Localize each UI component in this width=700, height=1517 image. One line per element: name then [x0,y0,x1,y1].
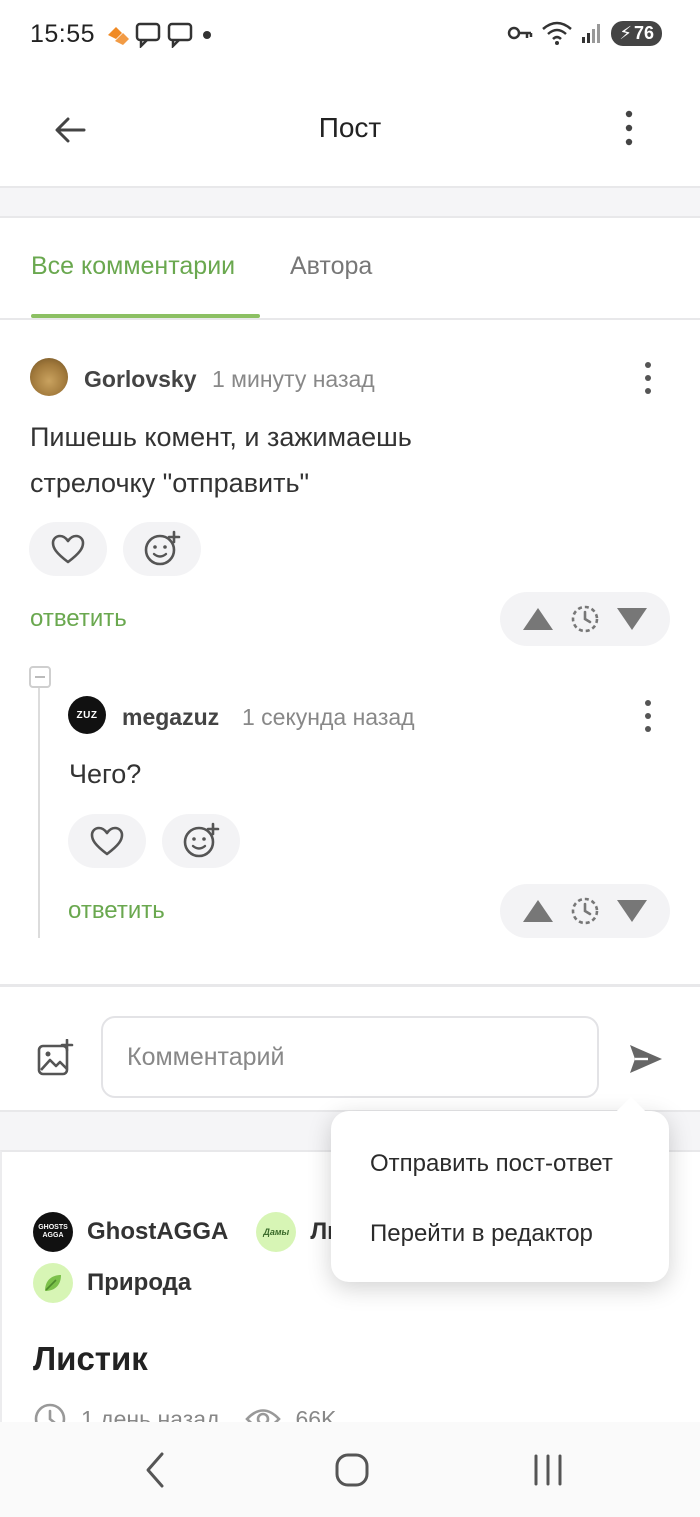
community-row: Природа [33,1263,191,1303]
comment-text-line: стрелочку "отправить" [30,468,310,498]
vote-controls [500,884,670,938]
comment-time: 1 минуту назад [212,366,375,392]
comment-text: Чего? [69,751,141,797]
system-nav-bar [0,1422,700,1517]
send-options-menu: Отправить пост-ответ Перейти в редактор [331,1111,669,1282]
comment-input[interactable] [103,1018,597,1096]
comment-text-line: Чего? [69,759,142,789]
wifi-icon [542,21,573,45]
add-emoji-icon [144,530,181,566]
app-bar: Пост [0,70,700,188]
comment-more-icon[interactable] [638,360,658,396]
heart-icon [90,826,124,856]
community-name[interactable]: Природа [87,1269,191,1297]
community-logo-text: Дамы [263,1227,290,1237]
post-title[interactable]: Листик [33,1340,148,1378]
comment-text: Пишешь комент, и зажимаешь стрелочку "от… [30,414,412,506]
like-button[interactable] [29,522,107,576]
menu-item-open-editor[interactable]: Перейти в редактор [370,1220,593,1248]
add-image-icon[interactable] [36,1039,74,1077]
battery-indicator: ⚡ 76 [611,20,662,46]
community-logo-text: GHOSTS AGGA [38,1224,68,1239]
app-notification-icon [108,27,129,45]
active-tab-indicator [31,314,260,318]
signal-icon [582,24,601,43]
comment-time: 1 секунда назад [242,704,415,730]
comment-text-line: Пишешь комент, и зажимаешь [30,422,412,452]
community-avatar: GHOSTS AGGA [33,1212,73,1252]
nav-recents-icon[interactable] [526,1450,570,1490]
rating-timer-icon[interactable] [570,896,600,926]
chat-notification-icon-2 [167,22,193,48]
dot-icon [203,31,211,39]
add-reaction-button[interactable] [162,814,240,868]
status-time: 15:55 [30,20,96,48]
add-emoji-icon [183,822,220,858]
more-vert-icon[interactable] [614,108,644,148]
battery-leaf-icon: ⚡ [619,22,632,43]
chat-notification-icon [135,22,161,48]
collapse-thread-button[interactable] [29,666,51,688]
heart-icon [51,534,85,564]
upvote-icon[interactable] [521,606,555,632]
community-avatar: Дамы [256,1212,297,1252]
avatar[interactable]: ZUZ [68,696,106,734]
menu-item-send-post-reply[interactable]: Отправить пост-ответ [370,1150,613,1178]
reply-link[interactable]: ответить [30,605,127,633]
battery-level: 76 [633,22,654,43]
nature-leaf-icon [33,1263,73,1303]
vote-controls [500,592,670,646]
status-bar: 15:55 ⚡ 76 [0,0,700,70]
system-icons: ⚡ 76 [507,20,662,46]
avatar-logo-text: ZUZ [76,709,98,721]
community-name[interactable]: GhostAGGA [87,1218,228,1246]
community-row: GHOSTS AGGA GhostAGGA Дамы Ли [33,1212,342,1252]
comment-author[interactable]: megazuz [122,704,219,731]
vpn-key-icon [508,26,533,40]
downvote-icon[interactable] [615,606,649,632]
upvote-icon[interactable] [521,898,555,924]
comment-author[interactable]: Gorlovsky [84,366,197,393]
add-reaction-button[interactable] [123,522,201,576]
tab-all-comments[interactable]: Все комментарии [31,252,235,281]
send-icon[interactable] [626,1039,666,1079]
rating-timer-icon[interactable] [570,604,600,634]
thread-line[interactable] [38,688,40,938]
comment-more-icon[interactable] [638,698,658,734]
comment-tabs: Все комментарии Автора [0,216,700,320]
like-button[interactable] [68,814,146,868]
nav-home-icon[interactable] [330,1450,374,1490]
avatar[interactable] [30,358,68,396]
notification-icons [105,22,215,48]
comment-composer [0,984,700,1112]
page-title: Пост [318,112,382,143]
comment-input-field[interactable] [101,1016,599,1098]
downvote-icon[interactable] [615,898,649,924]
reply-link[interactable]: ответить [68,897,165,925]
tab-author[interactable]: Автора [290,252,372,281]
nav-back-icon[interactable] [134,1450,178,1490]
comments-list: Gorlovsky 1 минуту назад Пишешь комент, … [0,320,700,984]
